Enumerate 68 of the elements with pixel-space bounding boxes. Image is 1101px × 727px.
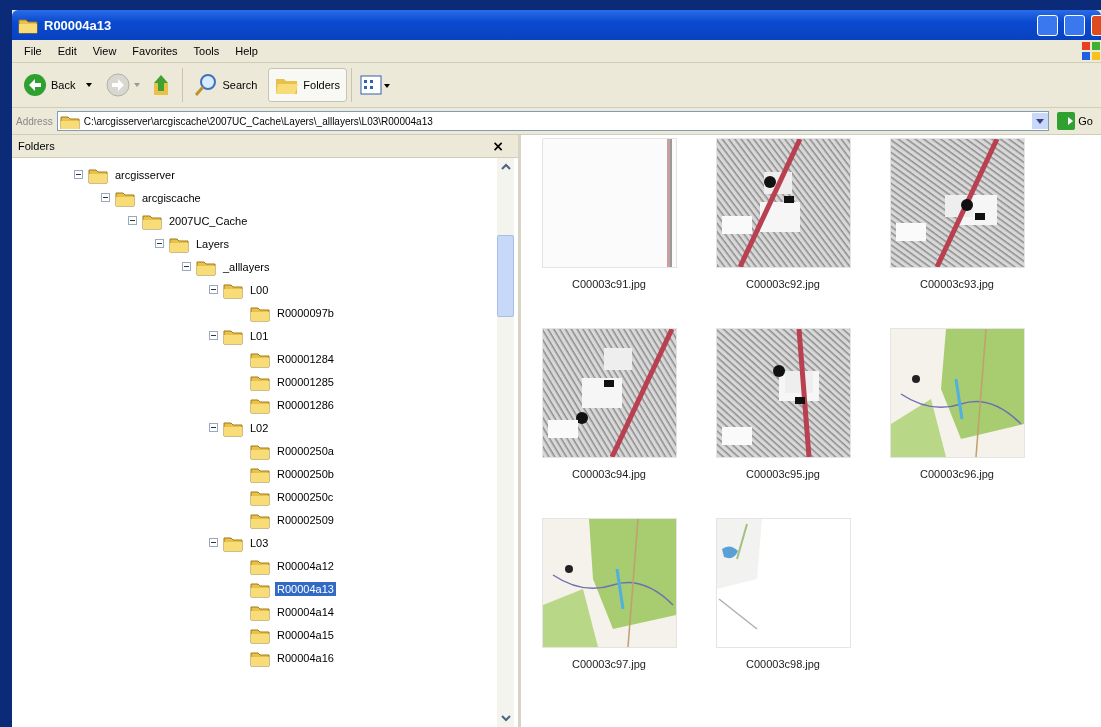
minimize-button[interactable] <box>1037 14 1058 36</box>
collapse-box[interactable] <box>209 538 218 547</box>
file-name[interactable]: C00003c91.jpg <box>572 278 646 290</box>
scrollbar[interactable] <box>497 158 514 727</box>
address-label: Address <box>16 115 53 127</box>
menu-item[interactable]: View <box>84 45 125 57</box>
menu-item[interactable]: Favorites <box>124 45 186 57</box>
tree-item[interactable]: R00002509 <box>275 512 336 527</box>
collapse-box[interactable] <box>155 239 164 248</box>
search-icon <box>194 73 219 97</box>
go-button[interactable]: Go <box>1053 112 1097 130</box>
tree-item[interactable]: R00004a15 <box>275 627 336 642</box>
folder-icon <box>59 113 80 129</box>
file-name[interactable]: C00003c94.jpg <box>572 468 646 480</box>
views-icon <box>360 74 390 96</box>
collapse-box[interactable] <box>209 285 218 294</box>
tree-item[interactable]: arcgiscache <box>140 190 203 205</box>
close-button[interactable] <box>1091 14 1101 36</box>
tree-item[interactable]: R00001285 <box>275 374 336 389</box>
tree-item[interactable]: 2007UC_Cache <box>167 213 250 228</box>
tree-item[interactable]: L01 <box>248 328 271 343</box>
tree-item[interactable]: R00001286 <box>275 397 336 412</box>
scroll-up-icon <box>500 162 511 171</box>
tree-item[interactable]: L02 <box>248 420 271 435</box>
tree-item[interactable]: Layers <box>194 236 232 251</box>
scroll-thumb[interactable] <box>497 235 514 317</box>
collapse-box[interactable] <box>209 331 218 340</box>
tree-item[interactable]: R00004a12 <box>275 558 336 573</box>
tree-item[interactable]: R0000250c <box>275 489 336 504</box>
file-name[interactable]: C00003c98.jpg <box>746 658 820 670</box>
folders-button[interactable]: Folders <box>268 68 347 102</box>
maximize-button[interactable] <box>1064 14 1085 36</box>
menu-item[interactable]: File <box>16 45 50 57</box>
tree-item[interactable]: arcgisserver <box>113 167 177 182</box>
collapse-box[interactable] <box>74 170 83 179</box>
windows-logo-icon <box>1081 41 1101 61</box>
close-button[interactable]: × <box>492 138 504 154</box>
tree-item[interactable]: L03 <box>248 535 271 550</box>
collapse-box[interactable] <box>128 216 137 225</box>
tree-item[interactable]: R00004a16 <box>275 650 336 665</box>
file-name[interactable]: C00003c97.jpg <box>572 658 646 670</box>
tree-item[interactable]: R00001284 <box>275 351 336 366</box>
address-field[interactable]: C:\arcgisserver\arcgiscache\2007UC_Cache\Layers\_alllayers\L03\R00004a13 <box>56 111 1050 131</box>
scroll-down-icon <box>500 714 511 723</box>
collapse-box[interactable] <box>182 262 191 271</box>
tree-item[interactable]: L00 <box>248 282 271 297</box>
search-button[interactable]: Search <box>187 68 265 102</box>
folder-icon <box>18 16 38 34</box>
file-name[interactable]: C00003c95.jpg <box>746 468 820 480</box>
tree-item[interactable]: R0000250b <box>275 466 336 481</box>
collapse-box[interactable] <box>101 193 110 202</box>
collapse-box[interactable] <box>209 423 218 432</box>
menu-item[interactable]: Edit <box>49 45 85 57</box>
tree-item[interactable]: R00004a14 <box>275 604 336 619</box>
window-title: R00004a13 <box>44 17 113 33</box>
caret-icon <box>134 83 141 87</box>
tree-item[interactable]: _alllayers <box>221 259 272 274</box>
pane-title: Folders <box>18 140 55 152</box>
tree-item[interactable]: R0000097b <box>275 305 336 320</box>
menu-item[interactable]: Help <box>227 45 266 57</box>
menu-item[interactable]: Tools <box>185 45 228 57</box>
tree-item[interactable]: R00004a13 <box>275 581 336 596</box>
caret-icon <box>86 83 93 87</box>
file-name[interactable]: C00003c92.jpg <box>746 278 820 290</box>
tree-item[interactable]: R0000250a <box>275 443 336 458</box>
file-name[interactable]: C00003c96.jpg <box>920 468 994 480</box>
back-button[interactable]: Back <box>16 68 83 102</box>
file-name[interactable]: C00003c93.jpg <box>920 278 994 290</box>
